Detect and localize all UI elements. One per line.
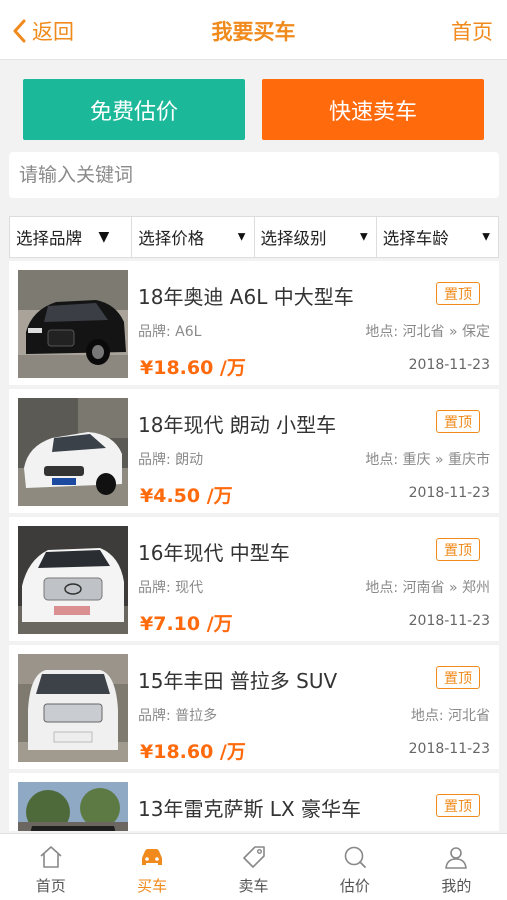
filter-level[interactable]: 选择级别 ▼	[255, 217, 377, 257]
tab-profile[interactable]: 我的	[406, 834, 507, 900]
car-photo	[18, 270, 128, 378]
filter-bar: 选择品牌 ▼ 选择价格 ▼ 选择级别 ▼ 选择车龄 ▼	[9, 216, 499, 258]
listing-location: 地点: 河南省 » 郑州	[365, 580, 490, 596]
tab-sell-car[interactable]: 卖车	[203, 834, 304, 900]
tab-label: 卖车	[238, 877, 269, 895]
bottom-tabbar: 首页 买车 卖车 估价 我的	[0, 833, 507, 900]
filter-label: 选择车龄	[382, 229, 449, 248]
search-icon	[344, 846, 366, 868]
search-box	[9, 152, 499, 198]
listing-title: 13年雷克萨斯 LX 豪华车	[138, 797, 362, 821]
listing-price: ¥18.60 /万	[140, 741, 246, 763]
listing-card[interactable]: 18年奥迪 A6L 中大型车 置顶 品牌: A6L 地点: 河北省 » 保定 ¥…	[9, 261, 499, 385]
pinned-badge: 置顶	[436, 666, 480, 689]
car-photo	[18, 398, 128, 506]
pinned-badge: 置顶	[436, 538, 480, 561]
user-icon	[445, 847, 468, 869]
tab-label: 首页	[35, 877, 66, 895]
listing-card[interactable]: 15年丰田 普拉多 SUV 置顶 品牌: 普拉多 地点: 河北省 ¥18.60 …	[9, 645, 499, 769]
quick-sell-button[interactable]: 快速卖车	[262, 79, 484, 140]
filter-price[interactable]: 选择价格 ▼	[132, 217, 255, 257]
listing-brand: 品牌: A6L	[138, 324, 202, 340]
tab-evaluate[interactable]: 估价	[304, 834, 405, 900]
listing-brand: 品牌: 朗动	[138, 452, 204, 468]
listing-location: 地点: 重庆 » 重庆市	[365, 452, 490, 468]
listing-title: 18年现代 朗动 小型车	[138, 413, 337, 437]
filter-label: 选择品牌	[16, 229, 82, 248]
car-photo	[18, 654, 128, 762]
tag-icon	[242, 846, 265, 868]
caret-down-icon: ▼	[360, 231, 368, 243]
search-input[interactable]	[9, 152, 499, 198]
listing-date: 2018-11-23	[408, 741, 490, 757]
free-evaluation-button[interactable]: 免费估价	[23, 79, 245, 140]
listing-title: 16年现代 中型车	[138, 541, 290, 565]
listing-title: 15年丰田 普拉多 SUV	[138, 669, 338, 693]
listing-date: 2018-11-23	[408, 613, 490, 629]
listing-card[interactable]: 18年现代 朗动 小型车 置顶 品牌: 朗动 地点: 重庆 » 重庆市 ¥4.5…	[9, 389, 499, 513]
caret-down-icon: ▼	[98, 229, 110, 245]
listing-location: 地点: 河北省	[410, 708, 490, 724]
tab-home[interactable]: 首页	[0, 834, 101, 900]
listing-brand: 品牌: 现代	[138, 580, 204, 596]
listing-location: 地点: 河北省 » 保定	[365, 324, 490, 340]
car-icon	[142, 849, 163, 865]
tab-buy-car[interactable]: 买车	[101, 834, 202, 900]
top-navbar: 返回 我要买车 首页	[0, 0, 507, 60]
listing-date: 2018-11-23	[408, 357, 490, 373]
car-photo	[18, 526, 128, 634]
home-icon	[40, 846, 62, 868]
pinned-badge: 置顶	[436, 282, 480, 305]
tab-label: 我的	[441, 877, 472, 895]
listing-price: ¥18.60 /万	[140, 357, 246, 379]
listing-card[interactable]: 13年雷克萨斯 LX 豪华车 置顶	[9, 773, 499, 831]
filter-label: 选择级别	[260, 229, 327, 248]
listing-price: ¥4.50 /万	[140, 485, 233, 507]
filter-label: 选择价格	[138, 229, 205, 248]
filter-brand[interactable]: 选择品牌 ▼	[10, 217, 133, 257]
chevron-left-icon	[13, 19, 26, 43]
back-button[interactable]: 返回	[12, 16, 74, 46]
tab-label: 估价	[339, 877, 370, 895]
car-listing: 18年奥迪 A6L 中大型车 置顶 品牌: A6L 地点: 河北省 » 保定 ¥…	[9, 261, 499, 831]
car-photo	[18, 782, 128, 831]
caret-down-icon: ▼	[482, 231, 490, 243]
listing-card[interactable]: 16年现代 中型车 置顶 品牌: 现代 地点: 河南省 » 郑州 ¥7.10 /…	[9, 517, 499, 641]
pinned-badge: 置顶	[436, 410, 480, 433]
filter-age[interactable]: 选择车龄 ▼	[377, 217, 498, 257]
listing-date: 2018-11-23	[408, 485, 490, 501]
pinned-badge: 置顶	[436, 794, 480, 817]
listing-price: ¥7.10 /万	[140, 613, 233, 635]
page-title: 我要买车	[211, 20, 296, 44]
listing-brand: 品牌: 普拉多	[138, 708, 218, 724]
home-link[interactable]: 首页	[451, 16, 493, 46]
tab-label: 买车	[137, 877, 168, 895]
caret-down-icon: ▼	[237, 231, 246, 243]
listing-title: 18年奥迪 A6L 中大型车	[138, 285, 354, 309]
back-label: 返回	[32, 20, 74, 44]
